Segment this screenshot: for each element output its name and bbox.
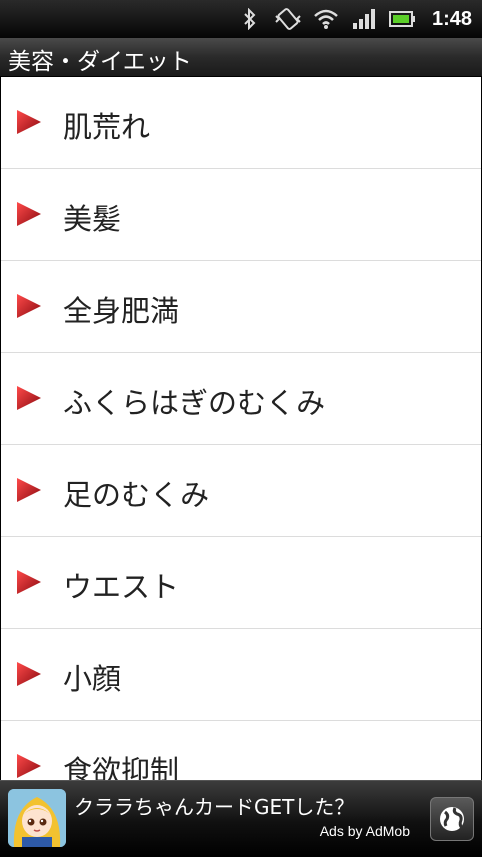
red-arrow-icon	[17, 570, 41, 594]
red-arrow-icon	[17, 110, 41, 134]
red-arrow-icon	[17, 478, 41, 502]
list-item[interactable]: 食欲抑制	[1, 721, 481, 780]
list-item[interactable]: 全身肥満	[1, 261, 481, 353]
vibrate-icon	[275, 8, 301, 30]
battery-icon	[389, 11, 415, 27]
list-item[interactable]: 小顔	[1, 629, 481, 721]
list-item-label: 足のむくみ	[63, 478, 210, 512]
page-title: 美容・ダイエット	[8, 49, 192, 75]
list-item[interactable]: 肌荒れ	[1, 77, 481, 169]
ad-headline[interactable]: クララちゃんカードGETした？	[74, 791, 354, 820]
list-item-label: 全身肥満	[63, 294, 180, 328]
list-item[interactable]: ふくらはぎのむくみ	[1, 353, 481, 445]
red-arrow-icon	[17, 662, 41, 686]
wifi-icon	[314, 9, 338, 29]
signal-icon	[353, 9, 375, 29]
bluetooth-icon	[244, 8, 256, 30]
red-arrow-icon	[17, 754, 41, 778]
list-item[interactable]: ウエスト	[1, 537, 481, 629]
list-item-label: ウエスト	[63, 570, 180, 604]
ad-attribution: Ads by AdMob	[319, 823, 410, 839]
red-arrow-icon	[17, 386, 41, 410]
list-item-label: 小顔	[63, 662, 122, 696]
list-item-label: 美髪	[63, 202, 122, 236]
category-list: 肌荒れ 美髪 全身肥満 ふくらはぎのむくみ 足のむくみ ウエスト 小顔 食欲抑制	[1, 77, 481, 780]
list-item-label: 肌荒れ	[63, 110, 151, 144]
globe-icon	[440, 807, 464, 831]
ad-character-image[interactable]	[8, 789, 66, 847]
list-item[interactable]: 美髪	[1, 169, 481, 261]
red-arrow-icon	[17, 294, 41, 318]
ad-banner[interactable]: クララちゃんカードGETした？ Ads by AdMob	[0, 780, 482, 857]
list-item[interactable]: 足のむくみ	[1, 445, 481, 537]
status-bar: 1:48	[0, 0, 482, 38]
list-item-label: ふくらはぎのむくみ	[63, 386, 326, 420]
list-item-label: 食欲抑制	[63, 754, 180, 780]
red-arrow-icon	[17, 202, 41, 226]
title-bar: 美容・ダイエット	[0, 38, 482, 77]
ad-open-button[interactable]	[430, 797, 474, 841]
status-time: 1:48	[431, 8, 472, 30]
